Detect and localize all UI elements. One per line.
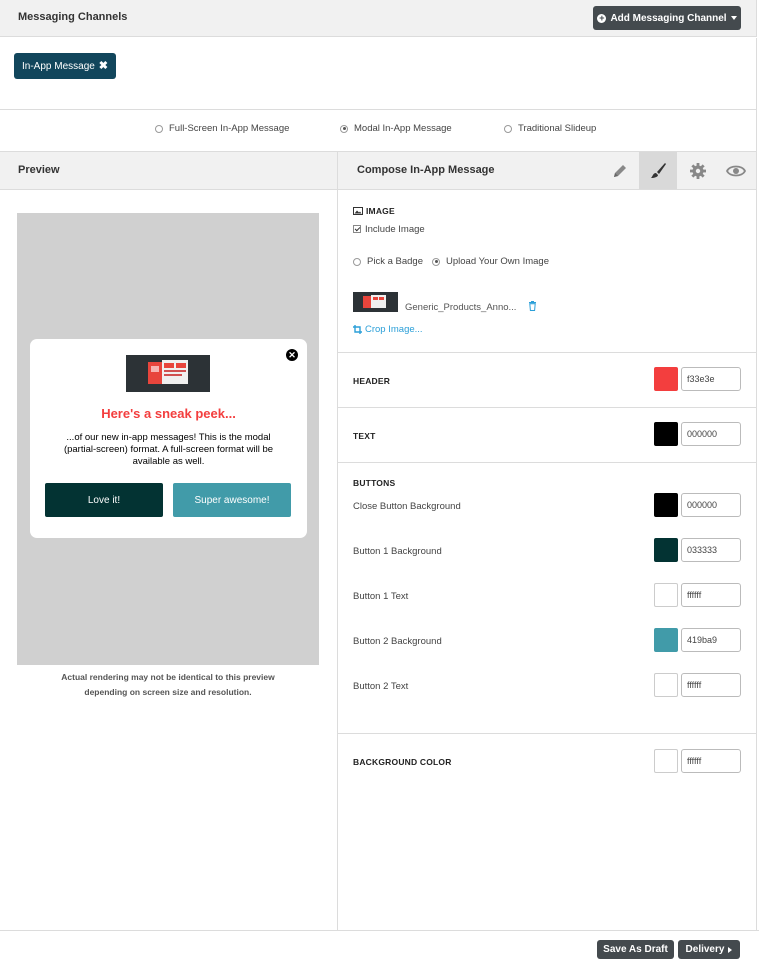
brush-icon[interactable] <box>639 152 677 189</box>
pencil-icon[interactable] <box>601 152 639 189</box>
close-button-background-swatch[interactable] <box>654 493 678 517</box>
add-messaging-channel-button[interactable]: + Add Messaging Channel <box>593 6 741 30</box>
radio-slideup[interactable]: Traditional Slideup <box>504 123 596 134</box>
image-section-title: IMAGE <box>353 206 395 216</box>
radio-label: Traditional Slideup <box>518 123 597 134</box>
panel-border <box>756 190 757 930</box>
text-section: TEXT 000000 <box>338 408 756 463</box>
crop-icon <box>353 325 362 334</box>
button-1-text-input[interactable]: ffffff <box>681 583 741 607</box>
radio-full-screen[interactable]: Full-Screen In-App Message <box>155 123 289 134</box>
save-as-draft-label: Save As Draft <box>603 944 668 955</box>
preview-header: Preview <box>0 152 338 190</box>
radio-button[interactable] <box>353 257 361 266</box>
radio-label: Upload Your Own Image <box>446 256 549 267</box>
radio-label: Modal In-App Message <box>354 123 452 134</box>
preview-note-line1: Actual rendering may not be identical to… <box>61 672 275 682</box>
delivery-button[interactable]: Delivery <box>678 940 740 959</box>
background-color-swatch[interactable] <box>654 749 678 773</box>
header-section-title: HEADER <box>353 376 391 386</box>
text-color-swatch[interactable] <box>654 422 678 446</box>
messaging-channels-title: Messaging Channels <box>18 11 128 23</box>
modal-button-1[interactable]: Love it! <box>45 483 163 517</box>
button-2-text-swatch[interactable] <box>654 673 678 697</box>
preview-note-line2: depending on screen size and resolution. <box>84 687 252 697</box>
preview-title: Preview <box>18 164 60 176</box>
preview-disclaimer: Actual rendering may not be identical to… <box>17 670 319 700</box>
close-button-background-label: Close Button Background <box>353 501 461 512</box>
channel-chip-area: In-App Message ✖ <box>0 38 757 110</box>
caret-right-icon <box>728 946 733 953</box>
close-icon[interactable]: ✖ <box>99 59 108 72</box>
include-image-label: Include Image <box>365 224 425 235</box>
button-2-background-label: Button 2 Background <box>353 636 442 647</box>
button-1-background-input[interactable]: 033333 <box>681 538 741 562</box>
radio-label: Full-Screen In-App Message <box>169 123 290 134</box>
modal-image <box>126 355 210 392</box>
image-section: IMAGE Include Image Pick a Badge Upload … <box>338 190 756 353</box>
radio-upload-image[interactable]: Upload Your Own Image <box>432 256 549 267</box>
button-2-text-input[interactable]: ffffff <box>681 673 741 697</box>
background-section-title: BACKGROUND COLOR <box>353 757 452 767</box>
button-2-text-label: Button 2 Text <box>353 681 409 692</box>
checkbox[interactable] <box>353 225 361 234</box>
modal-close-icon[interactable]: ✕ <box>286 349 298 361</box>
save-as-draft-button[interactable]: Save As Draft <box>597 940 674 959</box>
background-section: BACKGROUND COLOR ffffff <box>338 734 756 792</box>
message-type-selector: Full-Screen In-App Message Modal In-App … <box>0 110 757 152</box>
add-messaging-channel-label: Add Messaging Channel <box>610 12 727 24</box>
header-color-swatch[interactable] <box>654 367 678 391</box>
messaging-channels-bar: Messaging Channels + Add Messaging Chann… <box>0 0 757 37</box>
plus-circle-icon: + <box>597 12 607 23</box>
modal-preview: ✕ Here's a sneak peek... ...of our new i… <box>30 339 307 538</box>
radio-button[interactable] <box>155 124 163 133</box>
radio-button[interactable] <box>504 124 512 133</box>
radio-button-selected[interactable] <box>432 257 440 266</box>
trash-icon[interactable] <box>528 301 537 314</box>
modal-button-2[interactable]: Super awesome! <box>173 483 291 517</box>
include-image-checkbox[interactable]: Include Image <box>353 224 425 235</box>
caret-down-icon <box>730 16 737 20</box>
compose-title: Compose In-App Message <box>357 164 495 176</box>
crop-image-link[interactable]: Crop Image... <box>353 324 423 335</box>
text-section-title: TEXT <box>353 431 376 441</box>
buttons-section: BUTTONS Close Button Background 000000 B… <box>338 463 756 734</box>
channel-chip-in-app-message[interactable]: In-App Message ✖ <box>14 53 116 79</box>
button-1-background-label: Button 1 Background <box>353 546 442 557</box>
radio-button-selected[interactable] <box>340 124 348 133</box>
delivery-label: Delivery <box>685 944 725 955</box>
modal-body-text: ...of our new in-app messages! This is t… <box>63 432 274 467</box>
image-thumbnail <box>353 292 398 312</box>
button-1-text-swatch[interactable] <box>654 583 678 607</box>
text-color-input[interactable]: 000000 <box>681 422 741 446</box>
image-icon <box>353 207 363 215</box>
background-color-input[interactable]: ffffff <box>681 749 741 773</box>
channel-chip-label: In-App Message <box>22 60 95 72</box>
radio-pick-badge[interactable]: Pick a Badge <box>353 256 423 267</box>
close-button-background-input[interactable]: 000000 <box>681 493 741 517</box>
button-1-text-label: Button 1 Text <box>353 591 409 602</box>
button-2-background-input[interactable]: 419ba9 <box>681 628 741 652</box>
gear-icon[interactable] <box>679 152 717 189</box>
header-section: HEADER f33e3e <box>338 353 756 408</box>
radio-modal[interactable]: Modal In-App Message <box>340 123 452 134</box>
button-2-background-swatch[interactable] <box>654 628 678 652</box>
compose-header: Compose In-App Message <box>338 152 757 190</box>
button-1-background-swatch[interactable] <box>654 538 678 562</box>
header-color-input[interactable]: f33e3e <box>681 367 741 391</box>
radio-label: Pick a Badge <box>367 256 423 267</box>
buttons-section-title: BUTTONS <box>353 478 396 488</box>
eye-icon[interactable] <box>717 152 755 189</box>
image-title-text: IMAGE <box>366 206 395 216</box>
crop-image-label: Crop Image... <box>365 324 423 335</box>
image-file-name: Generic_Products_Anno... <box>405 302 517 313</box>
modal-header: Here's a sneak peek... <box>101 406 236 421</box>
